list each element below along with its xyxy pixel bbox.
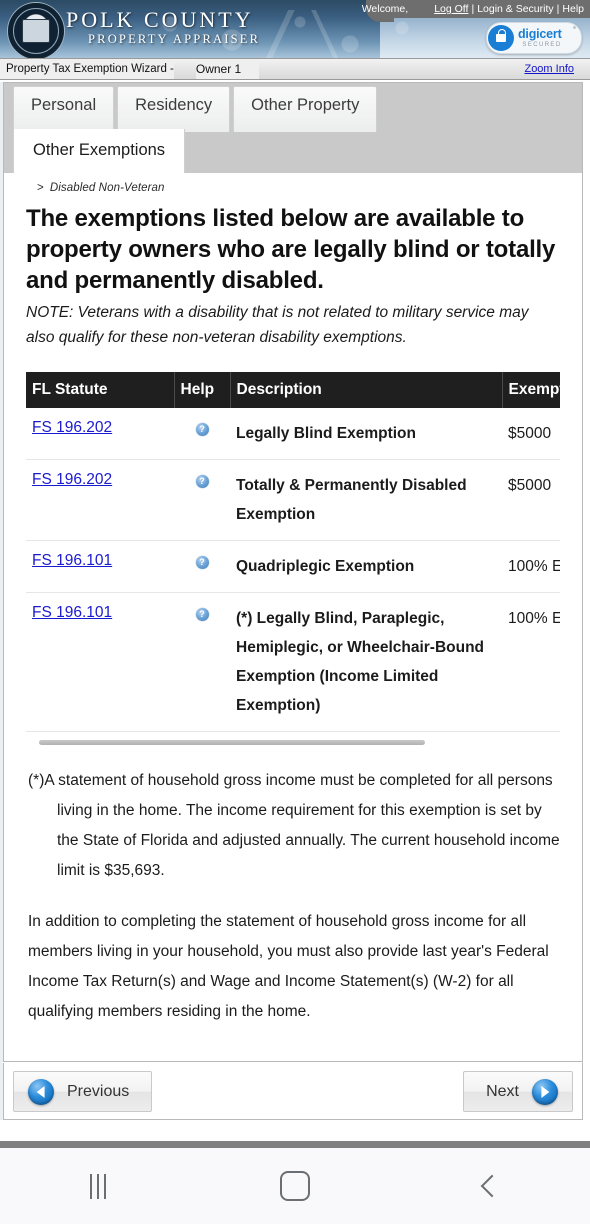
- system-gap: [0, 1141, 590, 1148]
- column-header-description: Description: [230, 372, 503, 408]
- cell-amount: 100% Exempt: [502, 540, 560, 593]
- brand-block: POLK COUNTY PROPERTY APPRAISER: [66, 7, 261, 47]
- table-header-row: FL Statute Help Description Exemption Am…: [26, 372, 560, 408]
- help-icon[interactable]: ?: [195, 608, 209, 621]
- site-header: POLK COUNTY PROPERTY APPRAISER Welcome, L…: [0, 0, 590, 58]
- home-button[interactable]: [197, 1171, 394, 1201]
- next-button[interactable]: Next: [463, 1071, 573, 1112]
- help-icon[interactable]: ?: [195, 423, 209, 436]
- cell-statute: FS 196.101: [26, 592, 174, 732]
- tab-residency[interactable]: Residency: [117, 86, 231, 132]
- previous-button[interactable]: Previous: [13, 1071, 153, 1112]
- column-header-help: Help: [174, 372, 231, 408]
- next-button-label: Next: [486, 1082, 519, 1100]
- browser-page: POLK COUNTY PROPERTY APPRAISER Welcome, L…: [0, 0, 590, 1141]
- header-links: Welcome, Log Off | Login & Security | Help: [362, 1, 584, 17]
- log-off-link[interactable]: Log Off: [434, 3, 468, 15]
- table-row: FS 196.202 ? Legally Blind Exemption $50…: [26, 408, 560, 460]
- cell-description: Quadriplegic Exemption: [230, 540, 502, 593]
- tab-row-primary: Personal Residency Other Property: [13, 86, 378, 132]
- seal-ring: [13, 8, 59, 54]
- link-separator-1: |: [471, 3, 475, 15]
- tab-other-property[interactable]: Other Property: [233, 86, 378, 132]
- exemptions-table: FL Statute Help Description Exemption Am…: [26, 372, 560, 732]
- exemptions-table-container: FL Statute Help Description Exemption Am…: [26, 372, 560, 745]
- statute-link[interactable]: FS 196.202: [32, 471, 112, 488]
- cell-statute: FS 196.101: [26, 540, 174, 593]
- screen: POLK COUNTY PROPERTY APPRAISER Welcome, L…: [0, 0, 590, 1224]
- tab-personal[interactable]: Personal: [13, 86, 115, 132]
- recents-button[interactable]: [0, 1173, 197, 1199]
- note-text: NOTE: Veterans with a disability that is…: [26, 304, 529, 346]
- digicert-name: digicert: [518, 27, 562, 42]
- home-icon: [280, 1171, 310, 1201]
- digicert-secured-badge[interactable]: digicert SECURED: [486, 22, 582, 54]
- table-row: FS 196.202 ? Totally & Permanently Disab…: [26, 459, 560, 541]
- cell-description: Legally Blind Exemption: [230, 408, 502, 460]
- table-horizontal-scroller[interactable]: FL Statute Help Description Exemption Am…: [26, 372, 560, 732]
- recents-icon: [90, 1173, 107, 1199]
- wizard-content-frame: Personal Residency Other Property Other …: [3, 82, 583, 1062]
- brand-title: POLK COUNTY: [66, 7, 254, 32]
- wizard-title: Property Tax Exemption Wizard -: [0, 59, 174, 79]
- cell-amount: 100% Exempt: [502, 592, 560, 732]
- android-navigation-bar: [0, 1148, 590, 1224]
- link-separator-2: |: [556, 3, 560, 15]
- help-link[interactable]: Help: [562, 3, 584, 15]
- cell-description: Totally & Permanently Disabled Exemption: [230, 459, 502, 541]
- arrow-right-icon: [532, 1078, 558, 1105]
- login-security-link[interactable]: Login & Security: [477, 3, 553, 15]
- cell-help: ?: [174, 408, 230, 460]
- column-header-fl-statute: FL Statute: [26, 372, 175, 408]
- county-seal-logo: [8, 3, 64, 58]
- digicert-sublabel: SECURED: [522, 41, 562, 48]
- horizontal-scrollbar[interactable]: [39, 740, 425, 745]
- page-right-margin: [582, 82, 590, 1120]
- tab-other-exemptions[interactable]: Other Exemptions: [13, 129, 186, 173]
- help-icon[interactable]: ?: [195, 556, 209, 569]
- wizard-owner-label: Owner 1: [195, 59, 260, 79]
- badge-dot: [573, 26, 576, 29]
- back-icon: [480, 1174, 503, 1198]
- cell-statute: FS 196.202: [26, 408, 174, 460]
- cell-help: ?: [174, 540, 230, 593]
- column-header-exemption-amount: Exemption Amount: [502, 372, 560, 408]
- table-row: FS 196.101 ? (*) Legally Blind, Parapleg…: [26, 592, 560, 732]
- cell-help: ?: [174, 592, 230, 732]
- breadcrumb: > Disabled Non-Veteran: [15, 173, 571, 199]
- footnote-paragraph-2: In addition to completing the statement …: [28, 913, 549, 1020]
- brand-subtitle: PROPERTY APPRAISER: [88, 32, 261, 46]
- help-icon[interactable]: ?: [195, 475, 209, 488]
- footnote-paragraph-1: (*)A statement of household gross income…: [28, 772, 560, 879]
- tab-panel-other-exemptions: > Disabled Non-Veteran The exemptions lis…: [4, 173, 582, 1027]
- statute-link[interactable]: FS 196.202: [32, 419, 112, 436]
- lock-icon: [488, 25, 514, 51]
- zoom-info-link[interactable]: Zoom Info: [524, 63, 590, 75]
- arrow-left-icon: [28, 1078, 54, 1105]
- previous-button-label: Previous: [67, 1082, 130, 1100]
- tab-row-secondary: Other Exemptions: [13, 129, 186, 173]
- tab-strip: Personal Residency Other Property Other …: [4, 83, 582, 173]
- breadcrumb-label: Disabled Non-Veteran: [49, 182, 165, 194]
- cell-description: (*) Legally Blind, Paraplegic, Hemiplegi…: [230, 592, 502, 732]
- cell-amount: $5000: [502, 459, 560, 541]
- statute-link[interactable]: FS 196.101: [32, 604, 112, 621]
- table-row: FS 196.101 ? Quadriplegic Exemption 100%…: [26, 540, 560, 593]
- back-button[interactable]: [393, 1174, 590, 1198]
- statute-link[interactable]: FS 196.101: [32, 552, 112, 569]
- wizard-title-bar: Property Tax Exemption Wizard - Owner 1 …: [0, 58, 590, 80]
- page-title: The exemptions listed below are availabl…: [26, 205, 556, 294]
- breadcrumb-marker: >: [37, 182, 44, 194]
- cell-statute: FS 196.202: [26, 459, 174, 541]
- welcome-label: Welcome,: [361, 3, 409, 15]
- wizard-navigation-bar: Previous Next: [3, 1063, 583, 1120]
- cell-help: ?: [174, 459, 230, 541]
- cell-amount: $5000: [502, 408, 560, 460]
